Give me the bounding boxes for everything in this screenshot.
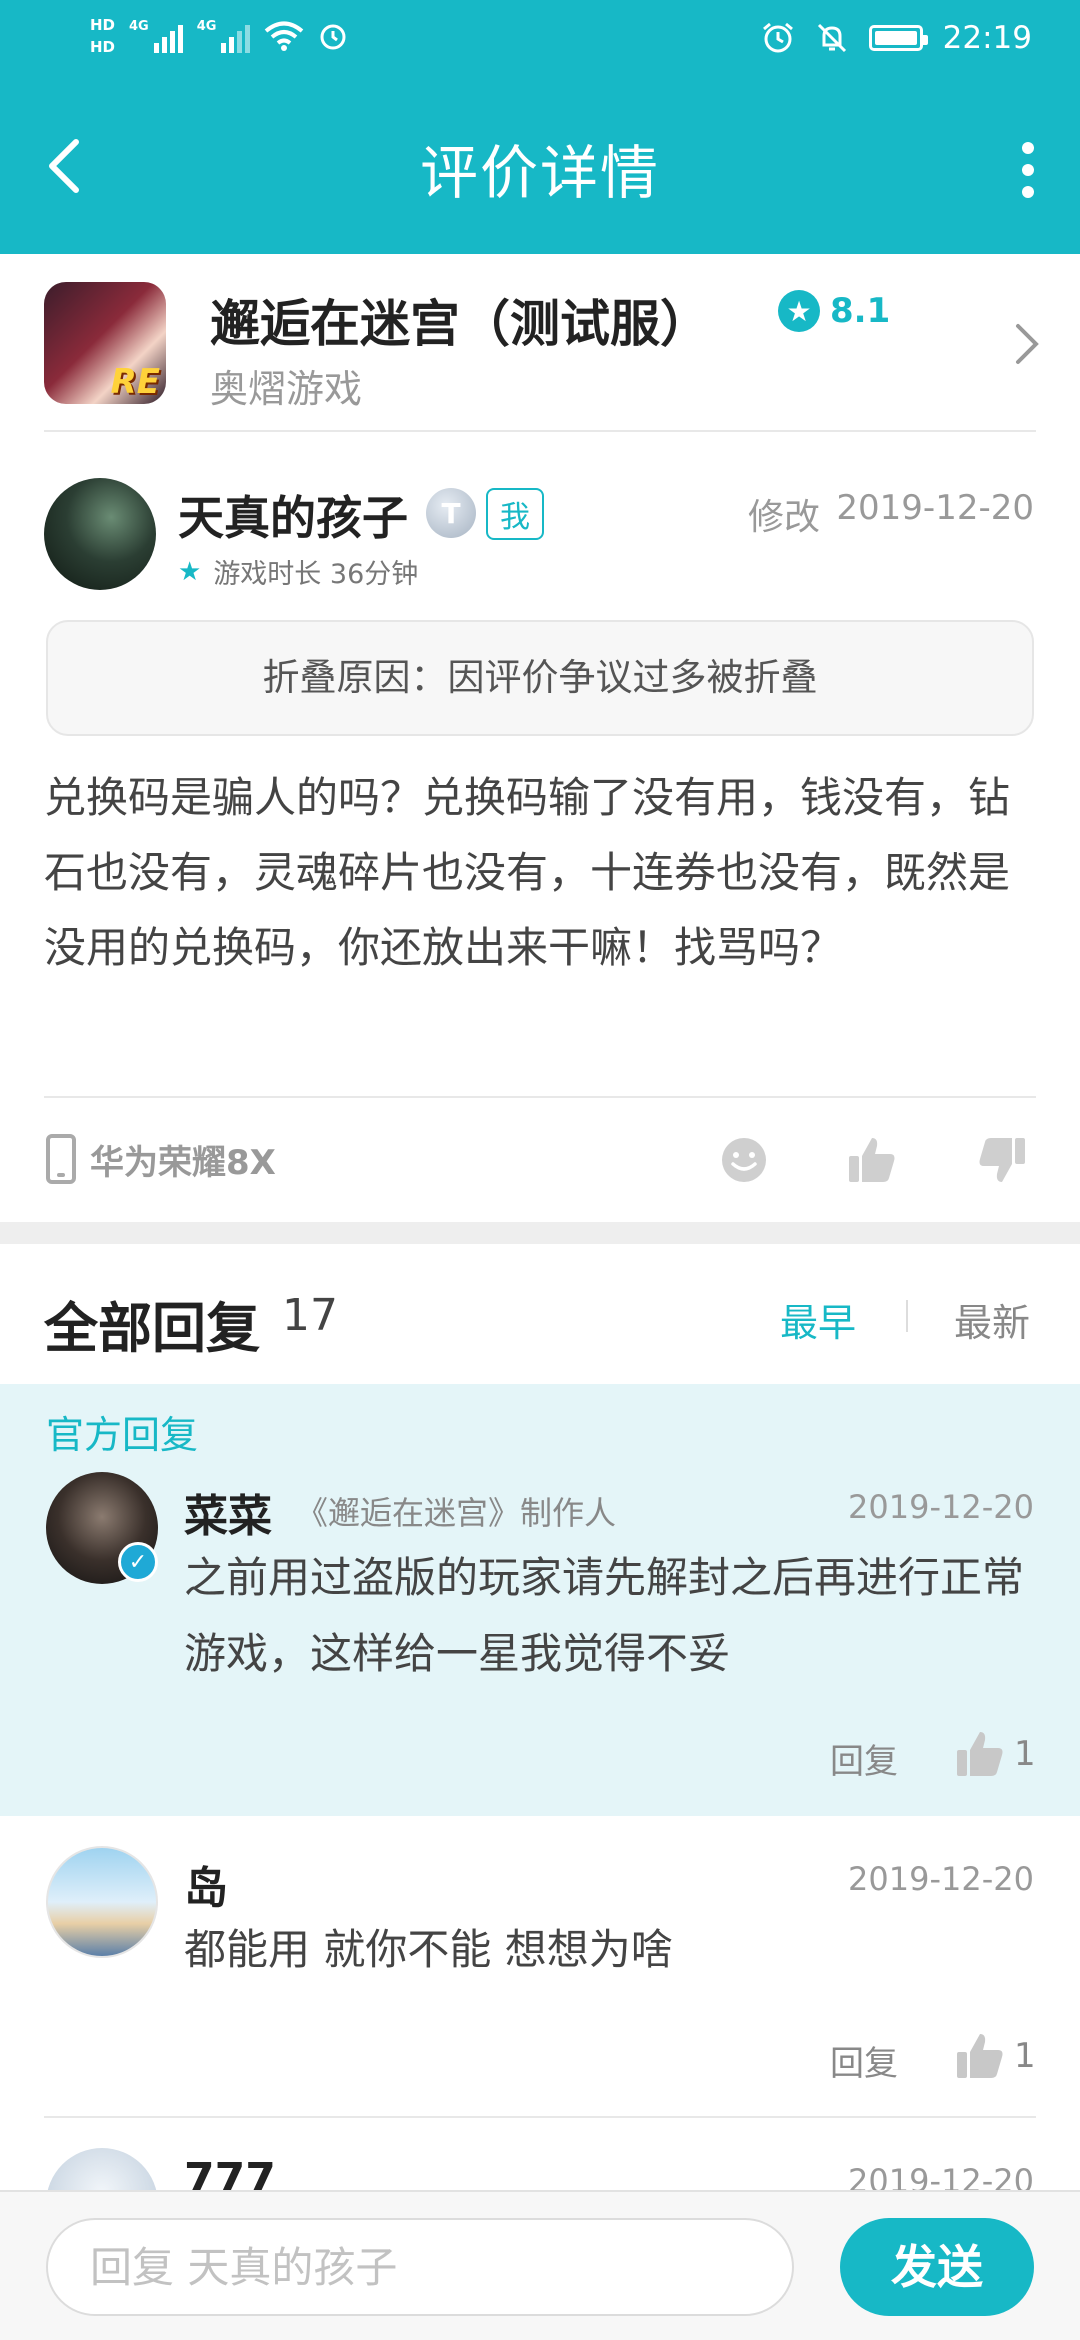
playtime: ★ 游戏时长 36分钟 — [178, 552, 418, 591]
like-count: 1 — [1014, 1734, 1036, 1774]
level-badge: T — [426, 488, 476, 538]
reply-button[interactable]: 回复 — [830, 1734, 898, 1783]
status-time: 22:19 — [942, 20, 1032, 56]
timer-icon — [320, 24, 346, 50]
reply-avatar[interactable] — [46, 1846, 158, 1958]
like-icon[interactable] — [954, 2030, 1006, 2082]
sort-earliest-tab[interactable]: 最早 — [780, 1292, 856, 1347]
official-content: 之前用过盗版的玩家请先解封之后再进行正常游戏，这样给一星我觉得不妥 — [184, 1553, 1025, 1678]
mute-icon — [817, 23, 846, 53]
sort-latest-tab[interactable]: 最新 — [954, 1292, 1030, 1347]
status-left: HD HD 4G 4G — [90, 14, 348, 58]
alarm-icon — [762, 22, 793, 53]
playtime-text: 游戏时长 36分钟 — [213, 559, 419, 590]
sort-divider — [906, 1300, 908, 1332]
page-title: 评价详情 — [419, 139, 660, 207]
thumbs-up-icon[interactable] — [846, 1134, 898, 1186]
signal-icon-2: 4G — [197, 19, 251, 53]
phone-icon — [46, 1134, 76, 1184]
fold-reason-box: 折叠原因：因评价争议过多被折叠 — [46, 620, 1034, 736]
game-name: 邂逅在迷宫（测试服） — [210, 295, 710, 353]
reply-input[interactable] — [46, 2218, 794, 2316]
section-separator — [0, 1222, 1080, 1244]
divider — [44, 1096, 1036, 1098]
reply-bar: 发送 — [0, 2190, 1080, 2340]
status-right: 22:19 — [761, 20, 1032, 56]
wifi-icon — [265, 21, 304, 51]
like-icon[interactable] — [954, 1728, 1006, 1780]
emoji-icon[interactable] — [718, 1134, 770, 1186]
rating-star-icon: ★ — [778, 290, 820, 332]
hd-indicator: HD HD — [90, 14, 115, 58]
game-rating: ★ 8.1 — [778, 290, 890, 332]
review-date: 2019-12-20 — [836, 488, 1034, 528]
author-name[interactable]: 天真的孩子 — [178, 482, 408, 548]
game-icon: RE — [44, 282, 166, 404]
replies-count: 17 — [282, 1290, 338, 1341]
thumbs-down-icon[interactable] — [976, 1134, 1028, 1186]
app-header: HD HD 4G 4G 22:19 评价详情 — [0, 0, 1080, 254]
network-type-1: 4G — [129, 19, 149, 34]
device-info: 华为荣耀8X — [46, 1134, 276, 1184]
network-type-2: 4G — [196, 19, 217, 34]
official-name[interactable]: 菜菜 — [184, 1480, 272, 1544]
review-content: 兑换码是骗人的吗？兑换码输了没有用，钱没有，钻石也没有，灵魂碎片也没有，十连券也… — [44, 773, 1011, 972]
official-reply: 官方回复 ✓ 菜菜 《邂逅在迷宫》制作人 2019-12-20 之前用过盗版的玩… — [0, 1384, 1080, 1816]
me-tag: 我 — [486, 488, 544, 540]
reply-name[interactable]: 岛 — [184, 1852, 228, 1916]
replies-title: 全部回复 — [44, 1297, 260, 1360]
send-button[interactable]: 发送 — [840, 2218, 1034, 2316]
rating-value: 8.1 — [830, 291, 891, 331]
like-count: 1 — [1014, 2036, 1036, 2076]
signal-icon-1: 4G — [129, 19, 183, 53]
star-icon: ★ — [178, 556, 202, 587]
author-avatar[interactable] — [44, 478, 156, 590]
game-icon-text: RE — [110, 362, 160, 402]
reply-button[interactable]: 回复 — [830, 2036, 898, 2085]
reply-content: 都能用 就你不能 想想为啥 — [184, 1925, 673, 1974]
game-developer: 奥熠游戏 — [210, 367, 363, 411]
battery-icon — [868, 25, 928, 51]
reply-date: 2019-12-20 — [848, 1860, 1034, 1898]
official-date: 2019-12-20 — [848, 1488, 1034, 1526]
divider — [44, 430, 1036, 432]
hd-label-2: HD — [90, 38, 116, 56]
official-reply-label: 官方回复 — [46, 1413, 199, 1457]
chevron-right-icon[interactable] — [1012, 320, 1042, 368]
more-options-icon[interactable] — [1022, 142, 1036, 198]
status-bar: HD HD 4G 4G 22:19 — [0, 0, 1080, 84]
device-name: 华为荣耀8X — [90, 1142, 276, 1183]
edit-link[interactable]: 修改 — [748, 488, 820, 540]
hd-label-1: HD — [90, 16, 116, 34]
verified-icon: ✓ — [118, 1542, 158, 1582]
game-info-row[interactable]: RE 邂逅在迷宫（测试服） ★ 8.1 奥熠游戏 — [0, 254, 1080, 432]
official-role-tag: 《邂逅在迷宫》制作人 — [296, 1494, 617, 1532]
divider — [44, 2116, 1036, 2118]
